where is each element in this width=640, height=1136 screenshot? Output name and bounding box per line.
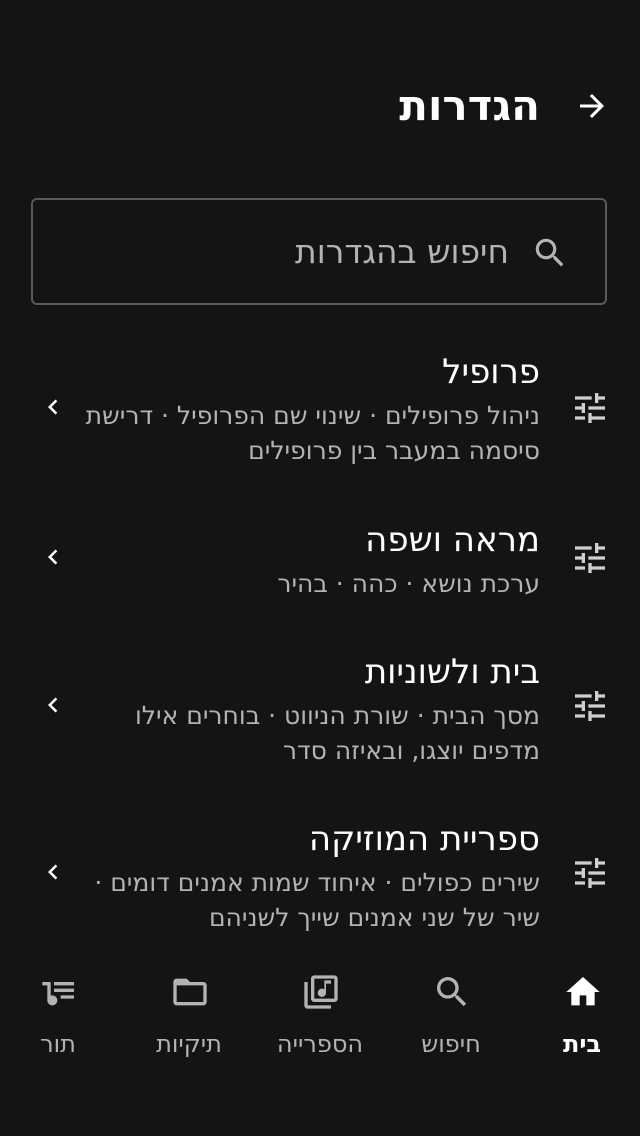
settings-item-title: פרופיל — [442, 352, 540, 392]
tune-icon — [575, 858, 605, 888]
nav-home[interactable]: בית — [517, 968, 640, 1068]
page-title: הגדרות — [399, 81, 540, 130]
chevron-left-icon — [48, 399, 58, 415]
nav-folders[interactable]: תיקיות — [124, 968, 254, 1068]
settings-item-subtitle: ערכת נושא · כהה · בהיר — [277, 569, 540, 598]
header: הגדרות — [0, 70, 640, 144]
home-icon — [566, 977, 600, 1006]
settings-item-subtitle: ניהול פרופילים · שינוי שם הפרופיל · דריש… — [85, 401, 540, 465]
nav-label: בית — [562, 1030, 602, 1058]
settings-item-home-tabs[interactable]: בית ולשוניות מסך הבית · שורת הניווט · בו… — [0, 650, 640, 770]
settings-item-subtitle: שירים כפולים · איחוד שמות אמנים דומים · … — [94, 868, 540, 932]
settings-item-subtitle: מסך הבית · שורת הניווט · בוחרים אילו מדפ… — [134, 701, 540, 765]
settings-search-input[interactable]: חיפוש בהגדרות — [31, 198, 607, 305]
queue-music-icon — [42, 982, 74, 1006]
search-icon — [437, 977, 467, 1007]
nav-label: תיקיות — [156, 1030, 222, 1058]
nav-search[interactable]: חיפוש — [386, 968, 516, 1068]
search-placeholder: חיפוש בהגדרות — [295, 232, 509, 271]
tune-icon — [575, 543, 605, 573]
library-music-icon — [304, 975, 338, 1009]
search-icon — [535, 238, 564, 267]
back-button[interactable] — [564, 78, 620, 134]
nav-queue[interactable]: תור — [0, 968, 123, 1068]
bottom-navigation: בית חיפוש הספרייה תיקיות תור — [0, 950, 640, 1070]
chevron-left-icon — [48, 549, 58, 565]
settings-item-title: בית ולשוניות — [364, 652, 540, 692]
folder-icon — [173, 978, 207, 1006]
settings-item-title: ספריית המוזיקה — [308, 819, 540, 859]
chevron-left-icon — [48, 864, 58, 880]
nav-library[interactable]: הספרייה — [255, 968, 385, 1068]
settings-item-profile[interactable]: פרופיל ניהול פרופילים · שינוי שם הפרופיל… — [0, 350, 640, 470]
tune-icon — [575, 691, 605, 721]
nav-label: הספרייה — [276, 1030, 364, 1058]
chevron-left-icon — [48, 697, 58, 713]
settings-item-appearance[interactable]: מראה ושפה ערכת נושא · כהה · בהיר — [0, 518, 640, 608]
nav-label: חיפוש — [421, 1030, 481, 1058]
settings-item-title: מראה ושפה — [365, 520, 540, 560]
tune-icon — [575, 393, 605, 423]
arrow-forward-icon — [580, 94, 604, 118]
nav-label: תור — [40, 1030, 76, 1058]
settings-item-music-library[interactable]: ספריית המוזיקה שירים כפולים · איחוד שמות… — [0, 817, 640, 937]
